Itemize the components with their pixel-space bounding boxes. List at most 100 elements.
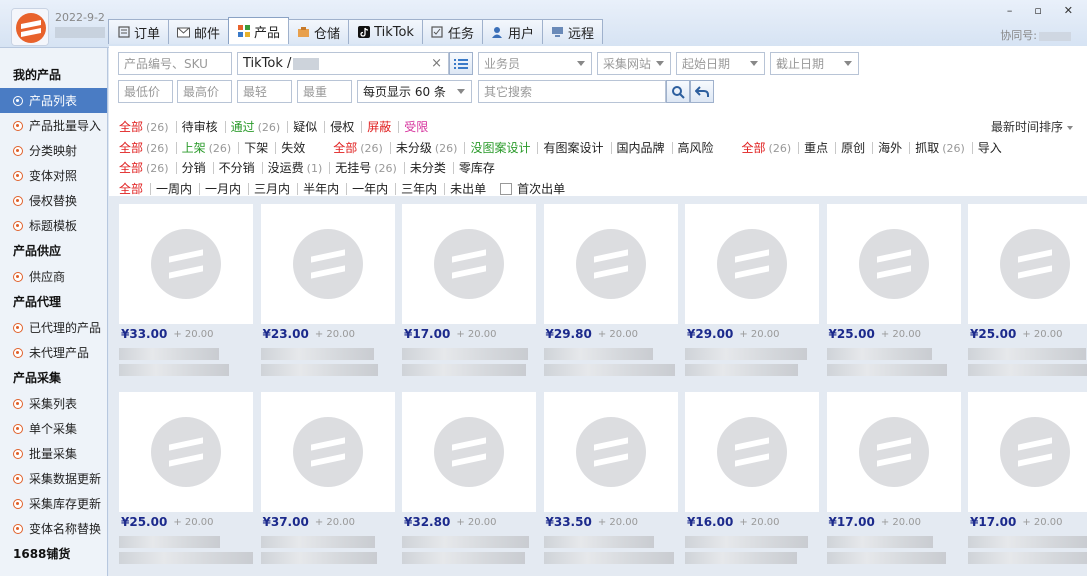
- product-image[interactable]: [402, 392, 536, 512]
- tab-tiktok[interactable]: TikTok: [348, 19, 423, 44]
- tab-order[interactable]: 订单: [108, 19, 170, 44]
- tab-warehouse[interactable]: 仓储: [288, 19, 350, 44]
- product-image[interactable]: [260, 204, 395, 324]
- tab-mail[interactable]: 邮件: [168, 19, 230, 44]
- filter-option[interactable]: 导入: [978, 139, 1002, 156]
- sidebar-item[interactable]: 侵权替换: [0, 188, 107, 213]
- other-search-input[interactable]: 其它搜索: [478, 80, 666, 103]
- sidebar-item[interactable]: 采集列表: [0, 391, 107, 416]
- product-card[interactable]: ¥16.00 + 20.00: [685, 392, 819, 564]
- filter-option[interactable]: 全部 (26): [742, 139, 792, 156]
- product-card[interactable]: ¥33.50 + 20.00: [543, 392, 678, 564]
- clear-icon[interactable]: ×: [431, 56, 442, 71]
- product-card[interactable]: ¥29.00 + 20.00: [685, 204, 819, 376]
- filter-option[interactable]: 未分级 (26): [396, 139, 458, 156]
- sidebar-item[interactable]: 变体对照: [0, 163, 107, 188]
- filter-option[interactable]: 没运费 (1): [268, 159, 323, 176]
- product-image[interactable]: [119, 392, 253, 512]
- product-image[interactable]: [826, 392, 961, 512]
- sidebar-item[interactable]: 未代理产品: [0, 340, 107, 365]
- tab-product-grid[interactable]: 产品: [228, 17, 290, 44]
- sort-select[interactable]: 最新时间排序: [991, 118, 1073, 135]
- sidebar-item[interactable]: 变体名称替换: [0, 516, 107, 541]
- tab-task[interactable]: 任务: [421, 19, 483, 44]
- sku-search-input[interactable]: 产品编号、SKU: [118, 52, 232, 75]
- filter-option[interactable]: 高风险: [678, 139, 714, 156]
- filter-option[interactable]: 一周内: [156, 180, 192, 197]
- product-image[interactable]: [968, 392, 1087, 512]
- filter-option[interactable]: 国内品牌: [617, 139, 665, 156]
- reset-button[interactable]: [690, 80, 714, 103]
- product-card[interactable]: ¥33.00 + 20.00: [119, 204, 253, 376]
- sidebar-item[interactable]: 单个采集: [0, 416, 107, 441]
- product-image[interactable]: [685, 204, 819, 324]
- sidebar-item[interactable]: 已代理的产品: [0, 315, 107, 340]
- filter-option[interactable]: 抓取 (26): [915, 139, 965, 156]
- product-card[interactable]: ¥37.00 + 20.00: [260, 392, 395, 564]
- search-button[interactable]: [666, 80, 690, 103]
- filter-option[interactable]: 没图案设计: [470, 139, 530, 156]
- product-card[interactable]: ¥17.00 + 20.00: [968, 392, 1087, 564]
- start-date-picker[interactable]: 起始日期: [676, 52, 765, 75]
- max-price-input[interactable]: 最高价: [177, 80, 232, 103]
- filter-option[interactable]: 重点: [804, 139, 828, 156]
- filter-option[interactable]: 海外: [878, 139, 902, 156]
- product-card[interactable]: ¥25.00 + 20.00: [826, 204, 961, 376]
- filter-option[interactable]: 待审核: [182, 118, 218, 135]
- filter-option[interactable]: 半年内: [303, 180, 339, 197]
- filter-option[interactable]: 全部: [119, 180, 143, 197]
- filter-option[interactable]: 全部 (26): [333, 139, 383, 156]
- product-image[interactable]: [543, 204, 678, 324]
- product-image[interactable]: [826, 204, 961, 324]
- filter-option[interactable]: 分销: [182, 159, 206, 176]
- product-image[interactable]: [685, 392, 819, 512]
- sidebar-item[interactable]: 批量采集: [0, 441, 107, 466]
- product-card[interactable]: ¥23.00 + 20.00: [260, 204, 395, 376]
- filter-option[interactable]: 受限: [404, 118, 428, 135]
- min-price-input[interactable]: 最低价: [118, 80, 173, 103]
- product-image[interactable]: [543, 392, 678, 512]
- product-card[interactable]: ¥25.00 + 20.00: [119, 392, 253, 564]
- min-weight-input[interactable]: 最轻: [237, 80, 292, 103]
- sidebar-item[interactable]: 标题模板: [0, 213, 107, 238]
- tab-user[interactable]: 用户: [481, 19, 543, 44]
- filter-option[interactable]: 侵权: [330, 118, 354, 135]
- sidebar-item[interactable]: 产品列表: [0, 88, 107, 113]
- minimize-icon[interactable]: –: [1007, 4, 1013, 17]
- product-card[interactable]: ¥17.00 + 20.00: [826, 392, 961, 564]
- product-card[interactable]: ¥25.00 + 20.00: [968, 204, 1087, 376]
- filter-option[interactable]: 失效: [281, 139, 305, 156]
- tab-remote[interactable]: 远程: [542, 19, 604, 44]
- filter-option[interactable]: 无挂号 (26): [335, 159, 397, 176]
- sidebar-item[interactable]: 采集库存更新: [0, 491, 107, 516]
- sidebar-item[interactable]: 采集数据更新: [0, 466, 107, 491]
- filter-option[interactable]: 通过 (26): [231, 118, 281, 135]
- product-card[interactable]: ¥32.80 + 20.00: [402, 392, 536, 564]
- filter-option[interactable]: 全部 (26): [119, 159, 169, 176]
- close-icon[interactable]: ✕: [1064, 4, 1073, 17]
- filter-option[interactable]: 未分类: [410, 159, 446, 176]
- store-select[interactable]: TikTok / ×: [237, 52, 449, 75]
- filter-option[interactable]: 全部 (26): [119, 139, 169, 156]
- product-card[interactable]: ¥17.00 + 20.00: [402, 204, 536, 376]
- sidebar-item[interactable]: 供应商: [0, 264, 107, 289]
- max-weight-input[interactable]: 最重: [297, 80, 352, 103]
- product-image[interactable]: [260, 392, 395, 512]
- product-image[interactable]: [402, 204, 536, 324]
- sidebar-item[interactable]: 产品批量导入: [0, 113, 107, 138]
- filter-option[interactable]: 未出单: [450, 180, 486, 197]
- filter-option[interactable]: 原创: [841, 139, 865, 156]
- filter-option[interactable]: 三月内: [254, 180, 290, 197]
- maximize-icon[interactable]: ▫: [1034, 4, 1041, 17]
- source-site-select[interactable]: 采集网站: [597, 52, 671, 75]
- filter-option[interactable]: 三年内: [401, 180, 437, 197]
- list-view-button[interactable]: [449, 52, 473, 75]
- product-image[interactable]: [119, 204, 253, 324]
- filter-option[interactable]: 不分销: [219, 159, 255, 176]
- product-image[interactable]: [968, 204, 1087, 324]
- salesman-select[interactable]: 业务员: [478, 52, 592, 75]
- first-order-checkbox[interactable]: 首次出单: [496, 180, 565, 197]
- filter-option[interactable]: 一月内: [205, 180, 241, 197]
- filter-option[interactable]: 全部 (26): [119, 118, 169, 135]
- filter-option[interactable]: 有图案设计: [543, 139, 603, 156]
